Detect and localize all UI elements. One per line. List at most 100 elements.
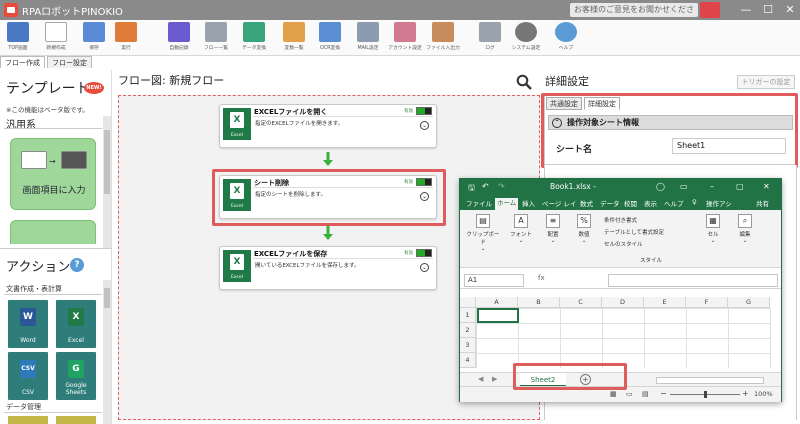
zoom-in-icon[interactable]: + <box>742 389 749 398</box>
column-header[interactable]: E <box>644 297 686 308</box>
undo-icon[interactable]: ↶ <box>482 182 489 191</box>
excel-tab-formulas[interactable]: 数式 <box>580 198 593 208</box>
add-sheet-icon[interactable]: + <box>580 374 591 385</box>
toolbar-log-button[interactable]: ログ <box>478 22 502 56</box>
collapse-up-icon[interactable]: ⌃ <box>552 118 562 128</box>
formula-input[interactable] <box>608 274 778 287</box>
node-enable-toggle[interactable] <box>416 107 432 115</box>
excel-window[interactable]: 🖫 ↶ ↷ Book1.xlsx - ◯ ▭ – ▢ ✕ ファイル ホーム 挿入… <box>459 178 782 402</box>
action-scrollbar-thumb[interactable] <box>104 288 110 308</box>
toolbar-data-convert-button[interactable]: データ変換 <box>240 22 268 56</box>
action-help-icon[interactable]: ? <box>70 258 84 272</box>
excel-tab-home[interactable]: ホーム <box>495 198 519 210</box>
zoom-out-icon[interactable]: − <box>660 389 667 398</box>
row-header[interactable]: 1 <box>460 308 476 323</box>
cells-group[interactable]: ▦ セル ⌄ <box>702 214 724 244</box>
number-group[interactable]: % 数値 ⌄ <box>572 214 596 244</box>
format-as-table-button[interactable]: テーブルとして書式設定 <box>604 228 664 236</box>
minimize-button[interactable]: — <box>738 3 754 17</box>
toolbar-run-button[interactable]: 実行 <box>114 22 138 56</box>
excel-tab-insert[interactable]: 挿入 <box>522 198 535 208</box>
template-card-next[interactable] <box>10 220 96 244</box>
conditional-format-button[interactable]: 条件付き書式 <box>604 216 637 224</box>
column-header[interactable]: G <box>728 297 770 308</box>
sheet-tab[interactable]: Sheet2 <box>520 373 566 387</box>
column-header[interactable]: D <box>602 297 644 308</box>
chevron-down-icon[interactable]: ⌄ <box>420 263 429 272</box>
toolbar-flow-list-button[interactable]: フロー一覧 <box>203 22 229 56</box>
cell-area[interactable] <box>476 308 771 368</box>
alignment-group[interactable]: ≡ 配置 ⌄ <box>540 214 566 244</box>
action-scrollbar[interactable] <box>103 280 111 424</box>
toolbar-ocr-button[interactable]: OCR変換 <box>316 22 344 56</box>
toolbar-file-io-button[interactable]: ファイル入出力 <box>426 22 460 56</box>
trigger-settings-button[interactable]: トリガーの設定 <box>737 75 795 89</box>
flow-node-open-excel[interactable]: X Excel EXCELファイルを開く 有効 指定のEXCELファイルを開きます… <box>219 104 437 148</box>
row-header[interactable]: 3 <box>460 338 476 353</box>
toolbar-system-settings-button[interactable]: システム設定 <box>510 22 542 56</box>
minimize-icon[interactable]: – <box>710 182 714 191</box>
clipboard-group[interactable]: ▤ クリップボード ⌄ <box>466 214 500 252</box>
tab-common-settings[interactable]: 共通設定 <box>546 97 582 110</box>
sheet-name-input[interactable]: Sheet1 <box>672 138 786 154</box>
restore-icon[interactable]: ▢ <box>736 182 744 191</box>
search-icon[interactable] <box>516 74 532 90</box>
toolbar-variable-list-button[interactable]: 変数一覧 <box>281 22 307 56</box>
selected-cell[interactable] <box>477 308 519 323</box>
toolbar-help-button[interactable]: ヘルプ <box>554 22 578 56</box>
action-csv[interactable]: CSV CSV <box>8 352 48 400</box>
row-header[interactable]: 2 <box>460 323 476 338</box>
horizontal-scrollbar[interactable] <box>656 377 764 384</box>
chevron-down-icon[interactable]: ⌄ <box>420 192 429 201</box>
excel-tell-me[interactable]: 操作アシ <box>706 198 732 208</box>
column-header[interactable]: C <box>560 297 602 308</box>
action-word[interactable]: W Word <box>8 300 48 348</box>
normal-view-icon[interactable]: ▦ <box>610 390 617 398</box>
close-icon[interactable]: ✕ <box>763 182 770 191</box>
node-enable-toggle[interactable] <box>416 249 432 257</box>
column-header[interactable]: B <box>518 297 560 308</box>
excel-tab-help[interactable]: ヘルプ <box>664 198 684 208</box>
toolbar-record-button[interactable]: 自動記録 <box>166 22 192 56</box>
select-all-corner[interactable] <box>460 297 476 308</box>
editing-group[interactable]: ⌕ 編集 ⌄ <box>732 214 758 244</box>
toolbar-account-button[interactable]: アカウント設定 <box>388 22 422 56</box>
column-header[interactable]: A <box>476 297 518 308</box>
template-scrollbar[interactable] <box>103 116 111 248</box>
template-card-input[interactable]: → 画面項目に入力 <box>10 138 96 210</box>
feedback-icon[interactable] <box>700 2 720 18</box>
action-excel[interactable]: X Excel <box>56 300 96 348</box>
excel-tab-file[interactable]: ファイル <box>466 198 492 208</box>
zoom-level[interactable]: 100% <box>754 390 773 398</box>
tab-flow-create[interactable]: フロー作成 <box>0 56 45 68</box>
chevron-down-icon[interactable]: ⌄ <box>420 121 429 130</box>
account-avatar-icon[interactable]: ◯ <box>656 182 665 191</box>
name-box[interactable]: A1 <box>464 274 524 287</box>
close-button[interactable]: ✕ <box>782 3 798 17</box>
toolbar-mail-button[interactable]: MAIL設定 <box>354 22 382 56</box>
save-icon[interactable]: 🖫 <box>468 182 475 196</box>
maximize-button[interactable]: ☐ <box>760 3 776 17</box>
ribbon-options-icon[interactable]: ▭ <box>680 182 688 191</box>
template-scrollbar-thumb[interactable] <box>104 130 110 194</box>
excel-share[interactable]: 共有 <box>756 198 769 208</box>
lightbulb-icon[interactable]: ♀ <box>692 198 697 206</box>
redo-icon[interactable]: ↷ <box>498 182 505 191</box>
excel-tab-review[interactable]: 校閲 <box>624 198 637 208</box>
sheet-scroll-right-icon[interactable]: ▶ <box>492 375 497 383</box>
excel-tab-data[interactable]: データ <box>600 198 620 208</box>
toolbar-save-button[interactable]: 保存 <box>82 22 106 56</box>
cell-styles-button[interactable]: セルのスタイル <box>604 240 643 248</box>
tab-flow-settings[interactable]: フロー設定 <box>47 56 92 68</box>
row-header[interactable]: 4 <box>460 353 476 368</box>
page-layout-view-icon[interactable]: ▭ <box>626 390 633 398</box>
detail-section-header[interactable]: ⌃ 操作対象シート情報 <box>548 115 793 130</box>
action-google-sheets[interactable]: G Google Sheets <box>56 352 96 400</box>
node-enable-toggle[interactable] <box>416 178 432 186</box>
feedback-button[interactable]: お客様のご意見をお聞かせください <box>570 3 698 28</box>
toolbar-top-button[interactable]: TOP画面 <box>6 22 30 56</box>
zoom-slider-thumb[interactable] <box>704 391 707 398</box>
sheet-scroll-left-icon[interactable]: ◀ <box>478 375 483 383</box>
fx-icon[interactable]: fx <box>538 274 545 282</box>
flow-node-delete-sheet[interactable]: X Excel シート削除 有効 指定のシートを削除します。 ⌄ <box>219 175 437 219</box>
